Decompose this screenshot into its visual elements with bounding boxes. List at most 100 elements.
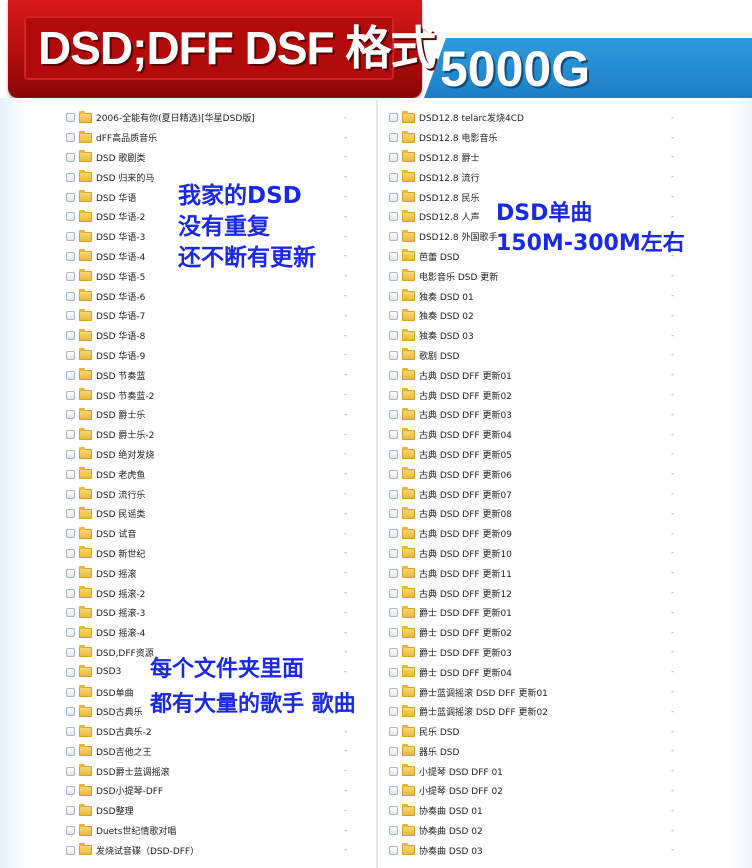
checkbox-icon[interactable]: [66, 331, 75, 341]
folder-row[interactable]: 爵士 DSD DFF 更新03 -: [389, 643, 749, 663]
folder-row[interactable]: 独奏 DSD 01 -: [389, 286, 749, 306]
folder-row[interactable]: dFF高品质音乐 -: [66, 128, 366, 148]
checkbox-icon[interactable]: [389, 133, 398, 143]
checkbox-icon[interactable]: [389, 746, 398, 756]
folder-row[interactable]: 器乐 DSD -: [389, 742, 749, 762]
checkbox-icon[interactable]: [389, 350, 398, 360]
folder-row[interactable]: 小提琴 DSD DFF 02 -: [389, 781, 749, 801]
checkbox-icon[interactable]: [389, 251, 398, 261]
folder-row[interactable]: DSD 爵士乐-2 -: [66, 425, 366, 445]
folder-row[interactable]: DSD 摇滚-2 -: [66, 583, 366, 603]
checkbox-icon[interactable]: [66, 687, 75, 697]
checkbox-icon[interactable]: [66, 232, 75, 242]
folder-row[interactable]: DSD小提琴-DFF -: [66, 781, 366, 801]
checkbox-icon[interactable]: [389, 845, 398, 855]
folder-row[interactable]: DSD古典乐-2 -: [66, 722, 366, 742]
folder-row[interactable]: 协奏曲 DSD 01 -: [389, 801, 749, 821]
folder-row[interactable]: 爵士蓝调摇滚 DSD DFF 更新01 -: [389, 682, 749, 702]
checkbox-icon[interactable]: [66, 469, 75, 479]
checkbox-icon[interactable]: [66, 192, 75, 202]
folder-row[interactable]: DSD 摇滚-4 -: [66, 623, 366, 643]
folder-row[interactable]: 歌剧 DSD -: [389, 346, 749, 366]
folder-row[interactable]: DSD 摇滚 -: [66, 563, 366, 583]
folder-row[interactable]: DSD12.8 电影音乐 -: [389, 128, 749, 148]
folder-row[interactable]: 小提琴 DSD DFF 01 -: [389, 761, 749, 781]
folder-row[interactable]: 古典 DSD DFF 更新07 -: [389, 484, 749, 504]
checkbox-icon[interactable]: [389, 152, 398, 162]
folder-row[interactable]: DSD12.8 telarc发烧4CD -: [389, 108, 749, 128]
checkbox-icon[interactable]: [66, 410, 75, 420]
folder-row[interactable]: 发烧试音碟（DSD-DFF） -: [66, 840, 366, 860]
checkbox-icon[interactable]: [389, 628, 398, 638]
folder-row[interactable]: 古典 DSD DFF 更新04 -: [389, 425, 749, 445]
checkbox-icon[interactable]: [389, 449, 398, 459]
checkbox-icon[interactable]: [66, 271, 75, 281]
folder-row[interactable]: DSD吉他之王 -: [66, 742, 366, 762]
checkbox-icon[interactable]: [66, 172, 75, 182]
checkbox-icon[interactable]: [66, 133, 75, 143]
folder-row[interactable]: DSD 华语-7 -: [66, 306, 366, 326]
folder-row[interactable]: DSD 绝对发烧 -: [66, 445, 366, 465]
checkbox-icon[interactable]: [66, 707, 75, 717]
checkbox-icon[interactable]: [389, 232, 398, 242]
checkbox-icon[interactable]: [66, 608, 75, 618]
folder-row[interactable]: DSD 摇滚-3 -: [66, 603, 366, 623]
checkbox-icon[interactable]: [66, 311, 75, 321]
checkbox-icon[interactable]: [389, 687, 398, 697]
checkbox-icon[interactable]: [389, 113, 398, 123]
checkbox-icon[interactable]: [66, 746, 75, 756]
checkbox-icon[interactable]: [66, 489, 75, 499]
checkbox-icon[interactable]: [66, 430, 75, 440]
folder-row[interactable]: DSD 爵士乐 -: [66, 405, 366, 425]
folder-row[interactable]: DSD 新世纪 -: [66, 544, 366, 564]
checkbox-icon[interactable]: [389, 469, 398, 479]
checkbox-icon[interactable]: [66, 449, 75, 459]
checkbox-icon[interactable]: [389, 410, 398, 420]
checkbox-icon[interactable]: [66, 588, 75, 598]
checkbox-icon[interactable]: [66, 509, 75, 519]
checkbox-icon[interactable]: [66, 212, 75, 222]
folder-row[interactable]: 2006-全能有你(夏日精选)[华星DSD版] -: [66, 108, 366, 128]
folder-row[interactable]: 协奏曲 DSD 03 -: [389, 840, 749, 860]
folder-row[interactable]: 古典 DSD DFF 更新02 -: [389, 385, 749, 405]
checkbox-icon[interactable]: [389, 786, 398, 796]
folder-row[interactable]: DSD 民谣类 -: [66, 504, 366, 524]
folder-row[interactable]: 独奏 DSD 02 -: [389, 306, 749, 326]
checkbox-icon[interactable]: [389, 806, 398, 816]
folder-row[interactable]: 古典 DSD DFF 更新09 -: [389, 524, 749, 544]
folder-row[interactable]: 爵士 DSD DFF 更新04 -: [389, 662, 749, 682]
folder-row[interactable]: 古典 DSD DFF 更新08 -: [389, 504, 749, 524]
folder-row[interactable]: 古典 DSD DFF 更新10 -: [389, 544, 749, 564]
folder-row[interactable]: DSD 老虎鱼 -: [66, 464, 366, 484]
checkbox-icon[interactable]: [66, 628, 75, 638]
checkbox-icon[interactable]: [66, 529, 75, 539]
folder-row[interactable]: 爵士蓝调摇滚 DSD DFF 更新02 -: [389, 702, 749, 722]
folder-row[interactable]: 爵士 DSD DFF 更新02 -: [389, 623, 749, 643]
checkbox-icon[interactable]: [389, 212, 398, 222]
checkbox-icon[interactable]: [389, 707, 398, 717]
checkbox-icon[interactable]: [66, 786, 75, 796]
checkbox-icon[interactable]: [389, 647, 398, 657]
folder-row[interactable]: 古典 DSD DFF 更新01 -: [389, 365, 749, 385]
checkbox-icon[interactable]: [389, 291, 398, 301]
checkbox-icon[interactable]: [389, 271, 398, 281]
folder-row[interactable]: 爵士 DSD DFF 更新01 -: [389, 603, 749, 623]
folder-row[interactable]: 民乐 DSD -: [389, 722, 749, 742]
checkbox-icon[interactable]: [66, 727, 75, 737]
checkbox-icon[interactable]: [66, 806, 75, 816]
checkbox-icon[interactable]: [389, 766, 398, 776]
checkbox-icon[interactable]: [66, 568, 75, 578]
folder-row[interactable]: 古典 DSD DFF 更新06 -: [389, 464, 749, 484]
checkbox-icon[interactable]: [66, 390, 75, 400]
checkbox-icon[interactable]: [66, 113, 75, 123]
checkbox-icon[interactable]: [389, 430, 398, 440]
folder-row[interactable]: DSD12.8 流行 -: [389, 167, 749, 187]
checkbox-icon[interactable]: [389, 568, 398, 578]
folder-row[interactable]: DSD 华语-8 -: [66, 326, 366, 346]
checkbox-icon[interactable]: [66, 845, 75, 855]
folder-row[interactable]: 协奏曲 DSD 02 -: [389, 821, 749, 841]
folder-row[interactable]: DSD 流行乐 -: [66, 484, 366, 504]
checkbox-icon[interactable]: [66, 548, 75, 558]
checkbox-icon[interactable]: [389, 667, 398, 677]
checkbox-icon[interactable]: [389, 529, 398, 539]
